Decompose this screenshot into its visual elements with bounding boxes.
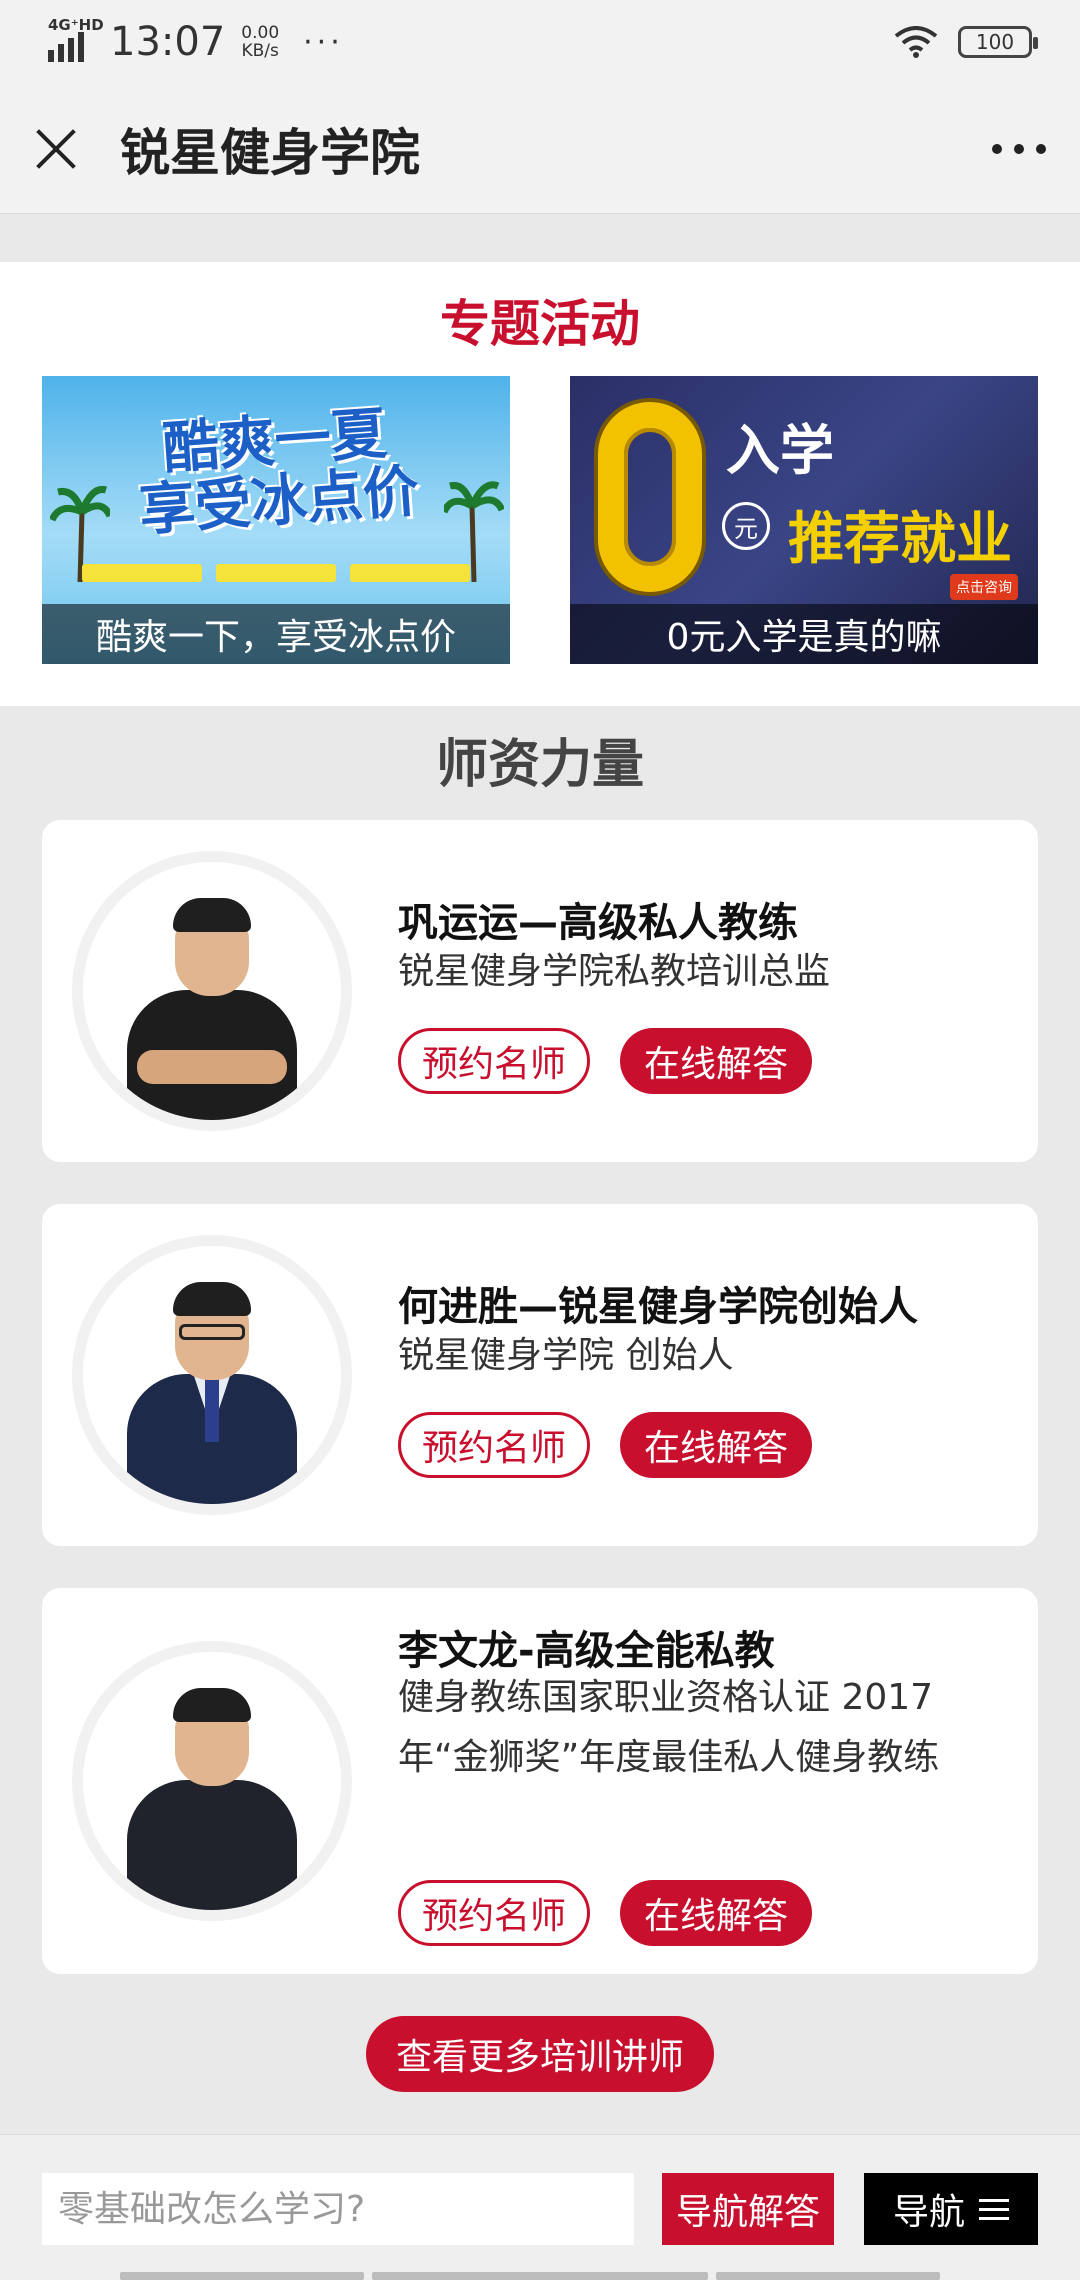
status-left: 4G⁺HD 13:07 0.00 KB/s ··· xyxy=(48,16,344,65)
book-teacher-button[interactable]: 预约名师 xyxy=(398,1028,590,1094)
page-title: 锐星健身学院 xyxy=(120,123,420,182)
teacher-desc: 锐星健身学院 创始人 xyxy=(398,1335,734,1376)
nav-menu-label: 导航 xyxy=(892,2192,965,2233)
cellular-signal-icon: 4G⁺HD xyxy=(48,16,104,62)
teacher-actions: 预约名师 在线解答 xyxy=(398,1412,812,1478)
speed-unit: KB/s xyxy=(241,41,279,61)
teacher-card: 何进胜—锐星健身学院创始人 锐星健身学院 创始人 预约名师 在线解答 xyxy=(42,1204,1038,1546)
avatar-ring xyxy=(72,1235,352,1515)
battery-level: 100 xyxy=(975,30,1015,54)
banner-free-enrollment[interactable]: 入学 元 推荐就业 点击咨询 0元入学是真的嘛 xyxy=(570,376,1038,664)
banner-2-badge: 点击咨询 xyxy=(950,574,1018,600)
teacher-desc: 锐星健身学院私教培训总监 xyxy=(398,951,831,992)
close-icon[interactable] xyxy=(34,127,78,171)
teacher-avatar xyxy=(83,862,341,1120)
book-teacher-button[interactable]: 预约名师 xyxy=(398,1412,590,1478)
clock: 13:07 xyxy=(110,19,226,65)
book-teacher-button[interactable]: 预约名师 xyxy=(398,1880,590,1946)
battery-icon: 100 xyxy=(958,26,1038,58)
question-input[interactable] xyxy=(42,2173,634,2245)
topic-section: 专题活动 酷爽一夏 享受冰点价 酷爽一下，享受冰点价 入学 元 推荐就业 点击咨… xyxy=(0,262,1080,706)
faculty-title: 师资力量 xyxy=(435,735,644,795)
banner-1-headline: 酷爽一夏 享受冰点价 xyxy=(108,401,446,543)
teacher-name: 何进胜—锐星健身学院创始人 xyxy=(398,1284,918,1330)
status-bar: 4G⁺HD 13:07 0.00 KB/s ··· 100 xyxy=(0,0,1080,84)
banner-1-caption: 酷爽一下，享受冰点价 xyxy=(42,604,510,664)
notification-more-icon: ··· xyxy=(303,24,344,60)
banner-summer-promo[interactable]: 酷爽一夏 享受冰点价 酷爽一下，享受冰点价 xyxy=(42,376,510,664)
nav-answer-button[interactable]: 导航解答 xyxy=(662,2173,834,2245)
online-answer-button[interactable]: 在线解答 xyxy=(620,1028,812,1094)
wifi-icon xyxy=(894,26,938,58)
banner-2-yuan: 元 xyxy=(722,502,770,550)
nav-bar: 锐星健身学院 xyxy=(0,84,1080,214)
teacher-card: 巩运运—高级私人教练 锐星健身学院私教培训总监 预约名师 在线解答 xyxy=(42,820,1038,1162)
teacher-actions: 预约名师 在线解答 xyxy=(398,1880,812,1946)
avatar-ring xyxy=(72,1641,352,1921)
topic-title: 专题活动 xyxy=(440,295,640,353)
teacher-desc: 健身教练国家职业资格认证 2017年“金狮奖”年度最佳私人健身教练 xyxy=(398,1677,940,1778)
banner-2-text-1: 入学 xyxy=(726,419,834,482)
more-teachers-button[interactable]: 查看更多培训讲师 xyxy=(366,2016,714,2092)
teacher-avatar xyxy=(83,1652,341,1910)
online-answer-button[interactable]: 在线解答 xyxy=(620,1880,812,1946)
bottom-bar: 导航解答 导航 xyxy=(0,2134,1080,2280)
teacher-name: 巩运运—高级私人教练 xyxy=(398,900,798,946)
banner-list: 酷爽一夏 享受冰点价 酷爽一下，享受冰点价 入学 元 推荐就业 点击咨询 0元入… xyxy=(42,376,1038,664)
speed-value: 0.00 xyxy=(241,23,280,43)
network-type: 4G⁺HD xyxy=(48,16,104,34)
network-speed: 0.00 KB/s xyxy=(241,24,279,60)
teacher-card: 李文龙-高级全能私教 健身教练国家职业资格认证 2017年“金狮奖”年度最佳私人… xyxy=(42,1588,1038,1974)
teacher-actions: 预约名师 在线解答 xyxy=(398,1028,812,1094)
avatar-ring xyxy=(72,851,352,1131)
banner-2-caption: 0元入学是真的嘛 xyxy=(570,604,1038,664)
nav-menu-button[interactable]: 导航 xyxy=(864,2173,1038,2245)
online-answer-button[interactable]: 在线解答 xyxy=(620,1412,812,1478)
banner-2-text-2: 推荐就业 xyxy=(788,507,1012,572)
gold-zero-graphic xyxy=(598,402,702,592)
status-right: 100 xyxy=(894,26,1038,58)
teacher-avatar xyxy=(83,1246,341,1504)
hamburger-menu-icon xyxy=(979,2198,1009,2220)
page-indicator xyxy=(120,2272,940,2280)
more-options-icon[interactable] xyxy=(992,134,1046,164)
banner-1-info-strip xyxy=(82,564,470,582)
